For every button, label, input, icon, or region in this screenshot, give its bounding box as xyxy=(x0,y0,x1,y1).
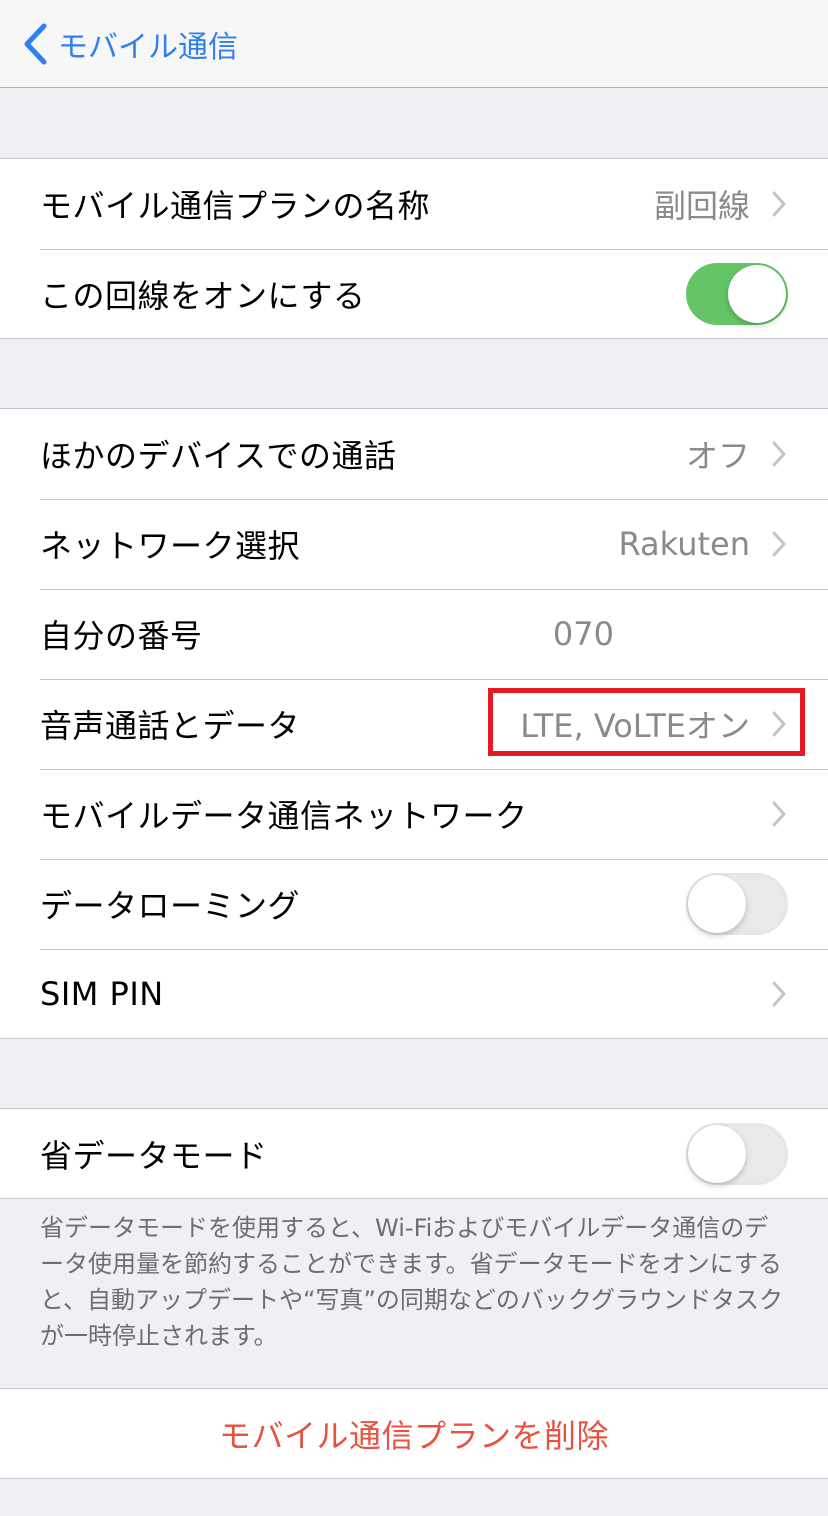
chevron-right-icon xyxy=(772,191,786,221)
toggle-knob xyxy=(688,1125,746,1183)
low-data-mode-toggle[interactable] xyxy=(686,1123,788,1185)
line-on-label: この回線をオンにする xyxy=(40,277,366,315)
toggle-knob xyxy=(688,875,746,933)
navigation-bar: モバイル通信 xyxy=(0,0,828,88)
delete-plan-group: モバイル通信プランを削除 xyxy=(0,1388,828,1479)
sim-pin-label: SIM PIN xyxy=(40,975,164,1013)
other-devices-calls-value: オフ xyxy=(685,437,750,475)
chevron-left-icon xyxy=(22,22,58,66)
my-number-row: 自分の番号 070 xyxy=(0,589,828,679)
plan-settings-group: モバイル通信プランの名称 副回線 この回線をオンにする xyxy=(0,158,828,339)
voice-data-label: 音声通話とデータ xyxy=(40,707,301,745)
chevron-right-icon xyxy=(772,981,786,1011)
low-data-mode-row: 省データモード xyxy=(0,1109,828,1199)
toggle-knob xyxy=(728,265,786,323)
chevron-right-icon xyxy=(772,801,786,831)
network-selection-value: Rakuten xyxy=(618,525,750,563)
data-roaming-row: データローミング xyxy=(0,859,828,949)
plan-name-row[interactable]: モバイル通信プランの名称 副回線 xyxy=(0,159,828,249)
delete-plan-button[interactable]: モバイル通信プランを削除 xyxy=(0,1389,828,1479)
low-data-mode-label: 省データモード xyxy=(40,1137,268,1175)
network-selection-label: ネットワーク選択 xyxy=(40,527,301,565)
back-button[interactable]: モバイル通信 xyxy=(22,22,238,66)
network-selection-row[interactable]: ネットワーク選択 Rakuten xyxy=(0,499,828,589)
other-devices-calls-row[interactable]: ほかのデバイスでの通話 オフ xyxy=(0,409,828,499)
plan-name-value: 副回線 xyxy=(653,187,750,225)
other-devices-calls-label: ほかのデバイスでの通話 xyxy=(40,437,397,475)
annotation-highlight-box xyxy=(488,688,805,756)
my-number-label: 自分の番号 xyxy=(40,617,203,655)
data-roaming-toggle[interactable] xyxy=(686,873,788,935)
delete-plan-label: モバイル通信プランを削除 xyxy=(218,1417,609,1455)
mobile-data-network-label: モバイルデータ通信ネットワーク xyxy=(40,797,528,835)
chevron-right-icon xyxy=(772,531,786,561)
chevron-right-icon xyxy=(772,441,786,471)
mobile-data-network-row[interactable]: モバイルデータ通信ネットワーク xyxy=(0,769,828,859)
my-number-value: 070 xyxy=(552,615,614,653)
low-data-mode-group: 省データモード xyxy=(0,1108,828,1199)
sim-pin-row[interactable]: SIM PIN xyxy=(0,949,828,1039)
line-on-row: この回線をオンにする xyxy=(0,249,828,339)
back-button-label: モバイル通信 xyxy=(58,30,238,65)
low-data-mode-description: 省データモードを使用すると、Wi-Fiおよびモバイルデータ通信のデータ使用量を節… xyxy=(40,1214,783,1350)
data-roaming-label: データローミング xyxy=(40,887,301,925)
line-on-toggle[interactable] xyxy=(686,263,788,325)
plan-name-label: モバイル通信プランの名称 xyxy=(40,187,431,225)
